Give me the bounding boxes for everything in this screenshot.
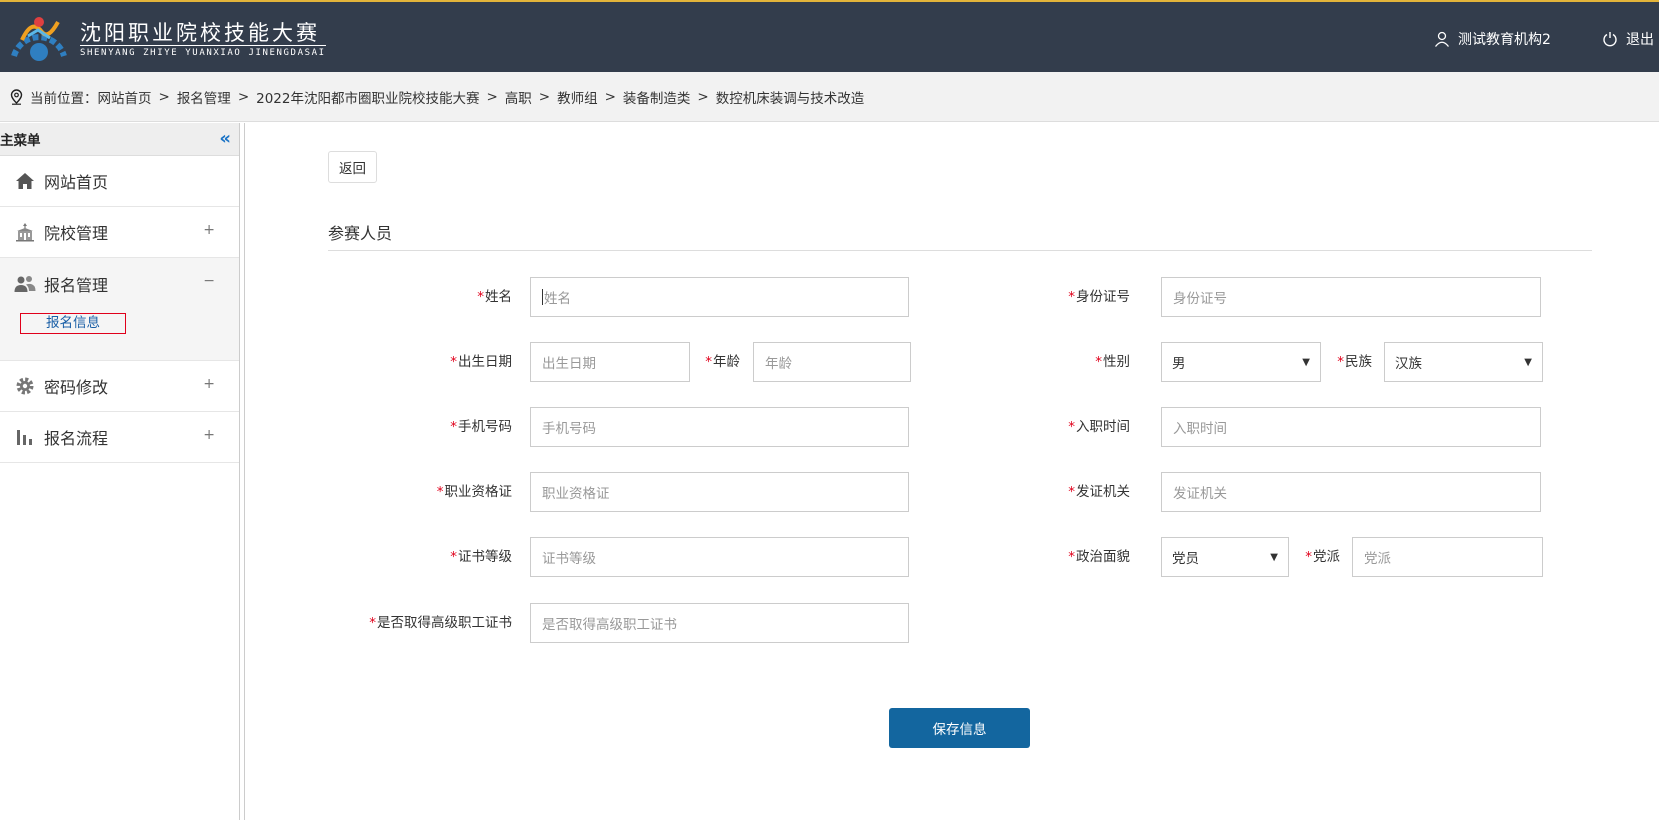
sidebar-item-label: 密码修改: [44, 378, 109, 397]
senior-cert-input[interactable]: 是否取得高级职工证书: [530, 603, 909, 643]
logo-title: 沈阳职业院校技能大赛: [80, 21, 320, 45]
sidebar-item-school[interactable]: 院校管理 +: [0, 207, 239, 258]
logout-label: 退出: [1626, 32, 1654, 48]
breadcrumb: 当前位置： 网站首页 > 报名管理 > 2022年沈阳都市圈职业院校技能大赛 >…: [0, 72, 1659, 122]
sidebar: 主菜单 « 网站首页 院校管理 + 报名管理 − 报名信息 密码修改 + 报名流…: [0, 123, 240, 820]
id-card-label: *身份证号: [1068, 289, 1130, 305]
gender-select[interactable]: 男 ▼: [1161, 342, 1321, 382]
name-input[interactable]: 姓名: [530, 277, 909, 317]
phone-input[interactable]: 手机号码: [530, 407, 909, 447]
breadcrumb-item-registration[interactable]: 报名管理: [177, 87, 231, 107]
sidebar-item-password[interactable]: 密码修改 +: [0, 361, 239, 412]
expand-icon[interactable]: +: [203, 222, 215, 238]
gear-icon: [14, 375, 36, 397]
party-label: *党派: [1305, 549, 1340, 565]
sidebar-title: 主菜单: [0, 133, 41, 149]
age-label: *年龄: [705, 354, 740, 370]
save-button[interactable]: 保存信息: [889, 708, 1030, 748]
age-input[interactable]: 年龄: [753, 342, 911, 382]
user-name: 测试教育机构2: [1458, 32, 1551, 48]
sidebar-item-label: 报名管理: [44, 275, 109, 295]
sidebar-item-process[interactable]: 报名流程 +: [0, 412, 239, 463]
school-icon: [14, 221, 36, 243]
power-icon: [1603, 32, 1617, 47]
breadcrumb-item-category[interactable]: 装备制造类: [623, 87, 691, 107]
section-title: 参赛人员: [328, 220, 1592, 251]
expand-icon[interactable]: +: [203, 427, 215, 443]
logo-subtitle: SHENYANG ZHIYE YUANXIAO JINENGDASAI: [80, 45, 326, 58]
breadcrumb-prefix: 当前位置：: [30, 90, 98, 107]
logo-icon: [11, 17, 67, 61]
issuer-input[interactable]: 发证机关: [1161, 472, 1541, 512]
birth-date-label: *出生日期: [450, 354, 512, 370]
dropdown-arrow-icon: ▼: [1524, 356, 1532, 368]
senior-cert-label: *是否取得高级职工证书: [369, 615, 512, 631]
breadcrumb-separator: >: [538, 88, 551, 105]
political-status-select[interactable]: 党员 ▼: [1161, 537, 1289, 577]
cert-level-label: *证书等级: [450, 549, 512, 565]
hire-date-label: *入职时间: [1068, 419, 1130, 435]
breadcrumb-item-group[interactable]: 教师组: [557, 87, 598, 107]
phone-label: *手机号码: [450, 419, 512, 435]
sidebar-item-label: 院校管理: [44, 224, 109, 243]
gender-label: *性别: [1095, 354, 1130, 370]
bar-chart-icon: [14, 426, 36, 448]
ethnicity-select[interactable]: 汉族 ▼: [1384, 342, 1543, 382]
collapse-sidebar-icon[interactable]: «: [219, 130, 231, 148]
back-button[interactable]: 返回: [328, 151, 377, 183]
sidebar-item-label: 报名流程: [44, 429, 109, 448]
users-icon: [14, 273, 36, 295]
sidebar-item-registration[interactable]: 报名管理 −: [0, 258, 239, 309]
birth-date-input[interactable]: 出生日期: [530, 342, 690, 382]
collapse-icon[interactable]: −: [203, 273, 215, 289]
breadcrumb-item-event[interactable]: 数控机床装调与技术改造: [716, 87, 865, 107]
qualification-input[interactable]: 职业资格证: [530, 472, 909, 512]
political-status-label: *政治面貌: [1068, 549, 1130, 565]
sidebar-header: 主菜单 «: [0, 123, 239, 156]
breadcrumb-separator: >: [158, 88, 170, 105]
dropdown-arrow-icon: ▼: [1270, 551, 1278, 563]
issuer-label: *发证机关: [1068, 484, 1130, 500]
logout-button[interactable]: 退出: [1602, 29, 1654, 49]
breadcrumb-separator: >: [486, 88, 498, 105]
user-menu[interactable]: 测试教育机构2: [1434, 29, 1551, 49]
breadcrumb-item-home[interactable]: 网站首页: [98, 87, 152, 107]
sidebar-subitem-registration-info[interactable]: 报名信息: [20, 313, 126, 334]
qualification-label: *职业资格证: [436, 484, 512, 500]
breadcrumb-separator: >: [604, 88, 616, 105]
cert-level-input[interactable]: 证书等级: [530, 537, 909, 577]
hire-date-input[interactable]: 入职时间: [1161, 407, 1541, 447]
ethnicity-label: *民族: [1337, 354, 1372, 370]
breadcrumb-separator: >: [697, 88, 709, 105]
breadcrumb-item-level[interactable]: 高职: [505, 87, 532, 107]
expand-icon[interactable]: +: [203, 376, 215, 392]
main-content: 返回 参赛人员 *姓名 姓名 *身份证号 身份证号 *出生日期 出生日期 *年龄…: [245, 123, 1659, 820]
id-card-input[interactable]: 身份证号: [1161, 277, 1541, 317]
user-icon: [1434, 31, 1450, 47]
breadcrumb-separator: >: [237, 88, 250, 105]
name-label: *姓名: [477, 289, 512, 305]
sidebar-group-registration: 报名管理 − 报名信息: [0, 258, 239, 361]
location-pin-icon: [10, 88, 23, 105]
breadcrumb-item-contest[interactable]: 2022年沈阳都市圈职业院校技能大赛: [256, 87, 479, 107]
sidebar-item-label: 网站首页: [44, 173, 109, 192]
sidebar-item-home[interactable]: 网站首页: [0, 156, 239, 207]
party-input[interactable]: 党派: [1352, 537, 1543, 577]
home-icon: [14, 170, 36, 192]
dropdown-arrow-icon: ▼: [1302, 356, 1310, 368]
top-header: 沈阳职业院校技能大赛 SHENYANG ZHIYE YUANXIAO JINEN…: [0, 0, 1659, 72]
